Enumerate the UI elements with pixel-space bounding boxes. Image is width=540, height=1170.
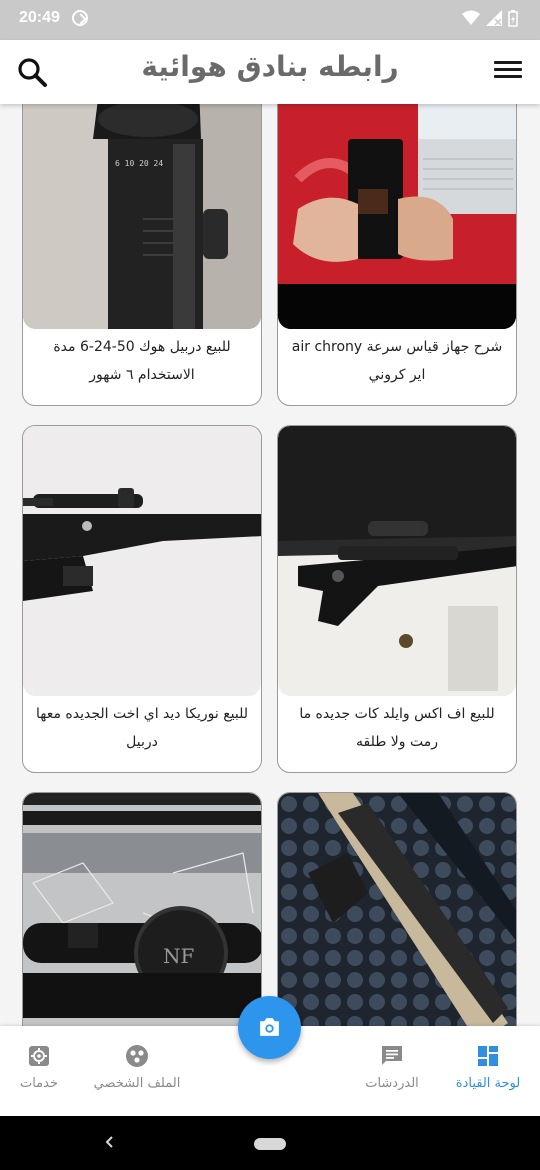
nav-services[interactable]: خدمات [0,1044,94,1091]
nav-profile-label: الملف الشخصي [93,1076,181,1091]
nav-dashboard[interactable]: لوحة القيادة [433,1044,540,1091]
search-icon [18,58,47,87]
listing-caption: للبيع نوريكا ديد اي اخت الجديده معها درب… [36,706,248,750]
wifi-icon [462,10,480,25]
listing-grid: شرح جهاز قياس سرعة air chrony اير كروني … [0,104,540,1026]
svg-text:NF: NF [163,944,195,968]
app-bar: رابطه بنادق هوائية [0,40,540,104]
air-rifle-in-case-photo [278,426,516,696]
listing-card[interactable]: 6 10 20 24 للبيع دربيل هوك 50-24-6 مدة ا… [22,104,262,406]
chat-icon [382,1046,402,1065]
sync-icon [72,10,88,26]
menu-icon-bar [494,61,522,64]
listing-card[interactable]: للبيع اف اكس وايلد كات جديده ما رمت ولا … [277,425,517,773]
gear-icon [29,1046,49,1066]
listing-caption: للبيع اف اكس وايلد كات جديده ما رمت ولا … [299,706,495,750]
menu-button[interactable] [494,57,524,87]
air-rifle-with-scope-photo [23,426,261,696]
chronograph-device-photo [278,104,516,329]
dashboard-icon [478,1046,498,1066]
scope-on-rifle-photo: NF [23,793,261,1026]
listing-caption: للبيع دربيل هوك 50-24-6 مدة الاستخدام ٦ … [53,339,231,383]
rifle-in-foam-case-photo [278,793,516,1026]
profile-icon [126,1045,148,1067]
battery-icon [508,9,518,27]
page-title: رابطه بنادق هوائية [141,50,399,83]
status-icons [462,8,518,28]
nav-profile[interactable]: الملف الشخصي [82,1044,192,1091]
menu-icon-bar [494,75,522,78]
rifle-scope-photo: 6 10 20 24 [23,104,261,329]
home-pill[interactable] [254,1138,286,1150]
menu-icon-bar [494,68,522,71]
status-bar: 20:49 [0,0,540,40]
back-icon[interactable] [103,1135,117,1149]
listing-card[interactable] [277,792,517,1026]
nav-chats-label: الدردشات [365,1076,419,1091]
camera-button[interactable] [238,996,301,1059]
nav-services-label: خدمات [19,1076,59,1091]
listing-caption: شرح جهاز قياس سرعة air chrony اير كروني [291,339,503,383]
status-time: 20:49 [19,9,60,26]
listing-card[interactable]: شرح جهاز قياس سرعة air chrony اير كروني [277,104,517,406]
search-button[interactable] [14,54,50,90]
svg-text:6 10 20 24: 6 10 20 24 [115,159,163,168]
camera-icon [260,1018,279,1036]
listing-card[interactable]: NF [22,792,262,1026]
signal-icon [486,10,502,26]
nav-dashboard-label: لوحة القيادة [455,1076,521,1091]
system-navigation-bar [0,1116,540,1170]
nav-chats[interactable]: الدردشات [337,1044,447,1091]
listing-card[interactable]: للبيع نوريكا ديد اي اخت الجديده معها درب… [22,425,262,773]
